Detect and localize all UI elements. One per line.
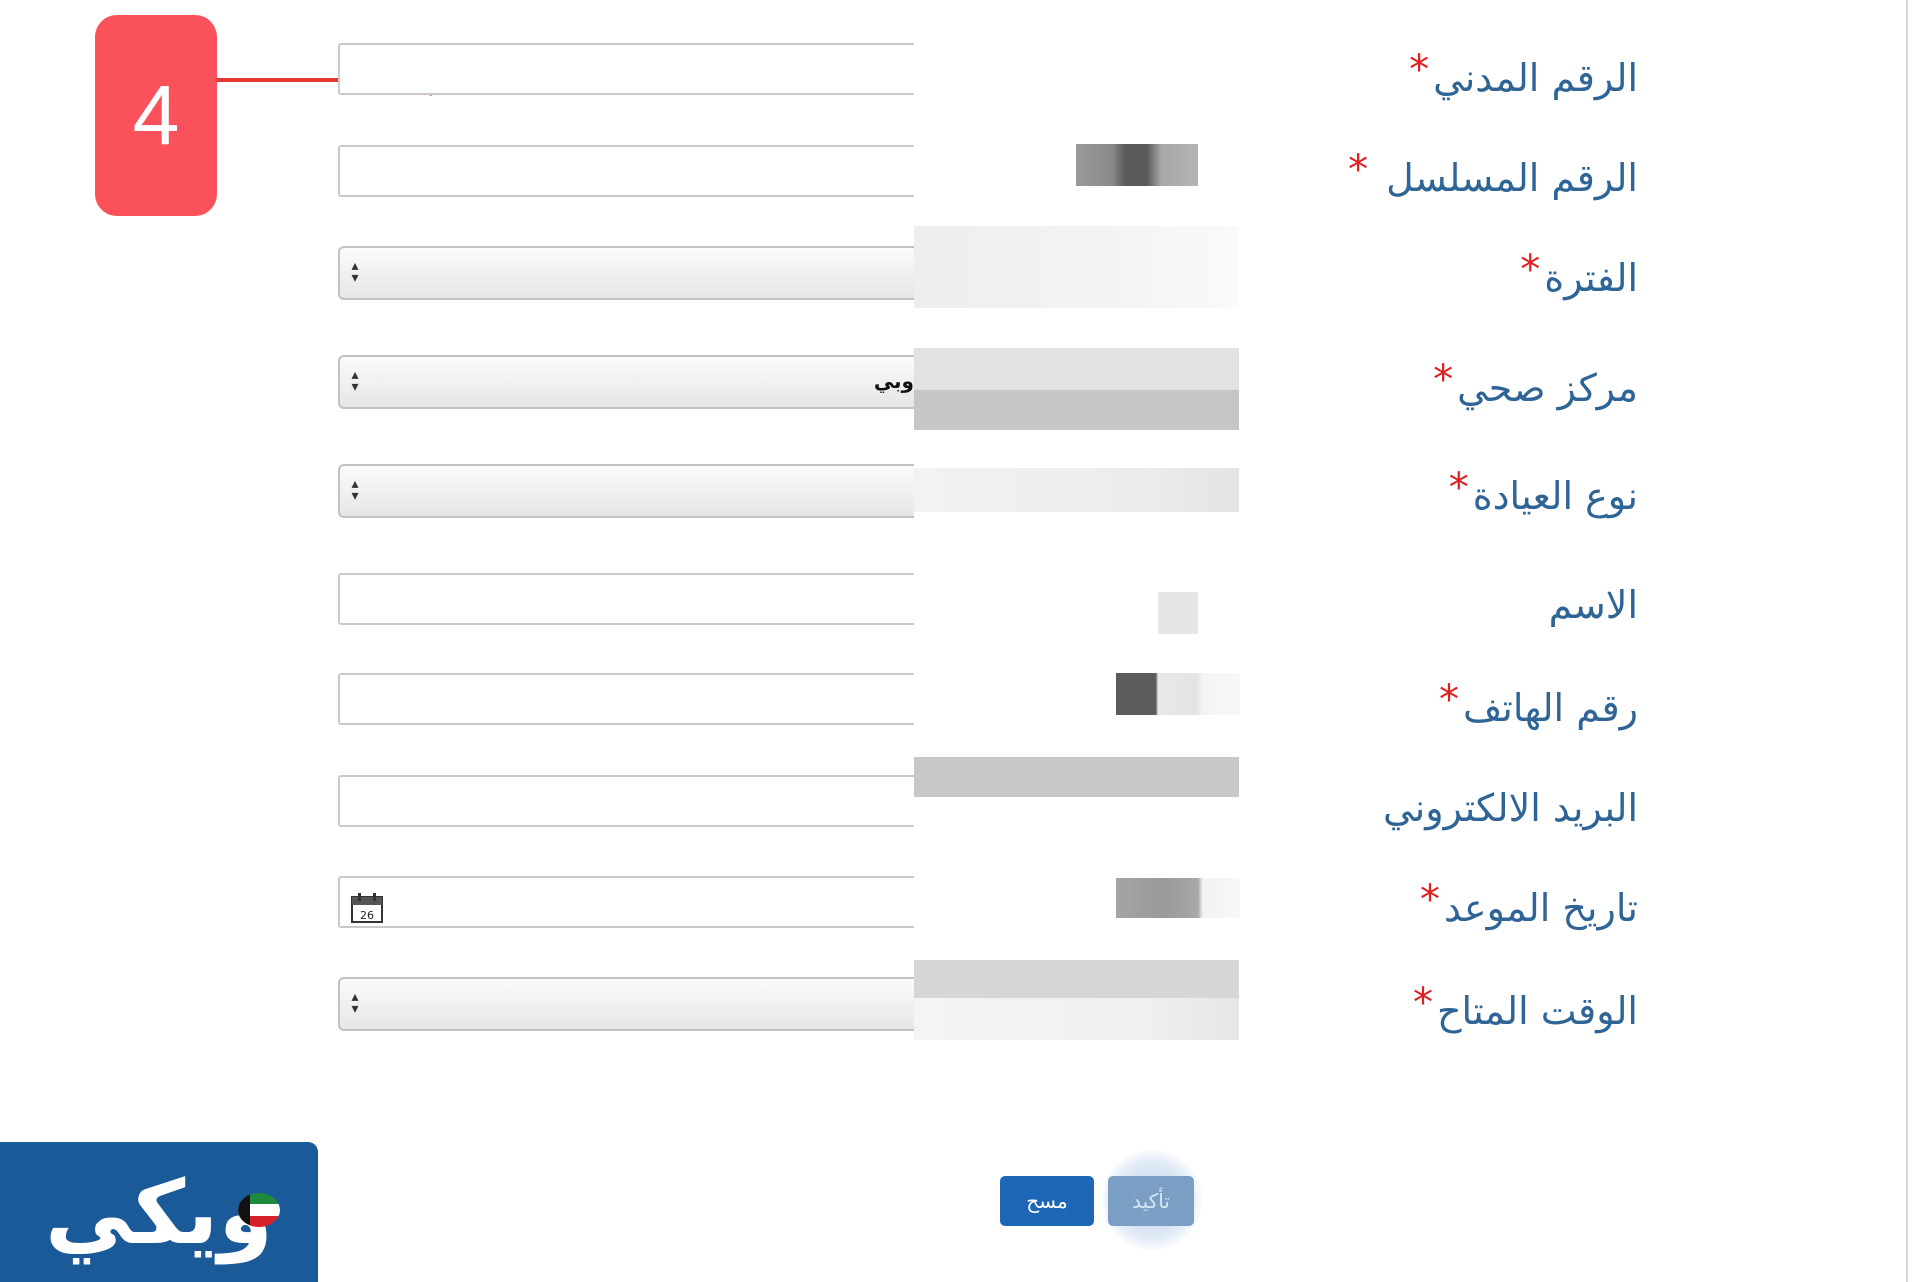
email-field[interactable] [338,775,914,827]
serial-number-label: الرقم المسلسل * [1278,147,1638,206]
civil-id-input[interactable] [340,45,914,93]
phone-label-text: رقم الهاتف [1462,686,1638,730]
select-arrows-icon: ▴ ▾ [351,476,359,504]
appointment-date-field[interactable] [338,876,914,928]
name-label: الاسم [1278,577,1638,633]
serial-number-input[interactable] [340,147,914,195]
civil-id-label: الرقم المدني * [1278,47,1638,106]
required-mark: * [1433,357,1454,403]
health-center-label-text: مركز صحي [1457,366,1638,410]
kuwait-flag-icon [238,1193,280,1227]
civil-id-label-text: الرقم المدني [1433,56,1638,100]
obscured-date-image [1116,878,1240,918]
health-center-label: مركز صحي * [1278,357,1638,416]
obscured-time-top [914,960,1239,998]
civil-id-field[interactable] [338,43,914,95]
clear-button[interactable]: مسح [1000,1176,1094,1226]
clinic-type-label: نوع العيادة * [1278,465,1638,524]
health-center-value: وبي [873,369,914,393]
email-input[interactable] [340,777,914,825]
available-time-label-text: الوقت المتاح [1436,989,1638,1033]
email-label: البريد الالكتروني [1278,780,1638,836]
available-time-label: الوقت المتاح * [1278,980,1638,1039]
name-field[interactable] [338,573,914,625]
calendar-day-number: 26 [360,909,374,922]
email-label-text: البريد الالكتروني [1383,786,1638,830]
phone-label: رقم الهاتف * [1278,677,1638,736]
required-mark: * [1348,147,1369,193]
phone-field[interactable] [338,673,914,725]
obscured-clinic-type-area [914,468,1239,512]
step-number: 4 [132,68,180,162]
appointment-date-input[interactable] [340,878,914,926]
required-mark: * [1409,47,1430,93]
name-label-text: الاسم [1548,583,1638,627]
required-mark: * [1412,980,1433,1026]
obscured-time-bottom [914,998,1239,1040]
required-mark: * [1520,247,1541,293]
required-mark: * [1448,465,1469,511]
select-arrows-icon: ▴ ▾ [351,258,359,286]
period-label-text: الفترة [1544,256,1638,300]
period-select[interactable]: ▴ ▾ [338,246,914,300]
period-label: الفترة * [1278,247,1638,306]
confirm-button[interactable]: تأكيد [1108,1176,1194,1226]
phone-input[interactable] [340,675,914,723]
required-mark: * [1438,677,1459,723]
select-arrows-icon: ▴ ▾ [351,989,359,1017]
obscured-period-area [914,226,1239,308]
calendar-icon[interactable]: 26 [350,892,384,924]
clinic-type-label-text: نوع العيادة [1472,474,1638,518]
page-edge-divider [1906,0,1908,1282]
obscured-health-center-top [914,348,1239,390]
obscured-health-center-bottom [914,390,1239,430]
obscured-serial-image [1076,144,1198,186]
serial-number-field[interactable] [338,145,914,197]
appointment-date-label: تاريخ الموعد * [1278,877,1638,936]
required-mark: * [1419,877,1440,923]
serial-number-label-text: الرقم المسلسل [1386,156,1638,200]
available-time-select[interactable]: ▴ ▾ [338,977,914,1031]
clinic-type-select[interactable]: ▴ ▾ [338,464,914,518]
select-arrows-icon: ▴ ▾ [351,367,359,395]
obscured-name-image [1158,592,1198,634]
health-center-select[interactable]: ▴ ▾ وبي [338,355,914,409]
step-badge: 4 [95,15,217,216]
name-input[interactable] [340,575,914,623]
obscured-phone-image [1116,673,1240,715]
appointment-date-label-text: تاريخ الموعد [1443,886,1638,930]
obscured-email-area [914,757,1239,797]
